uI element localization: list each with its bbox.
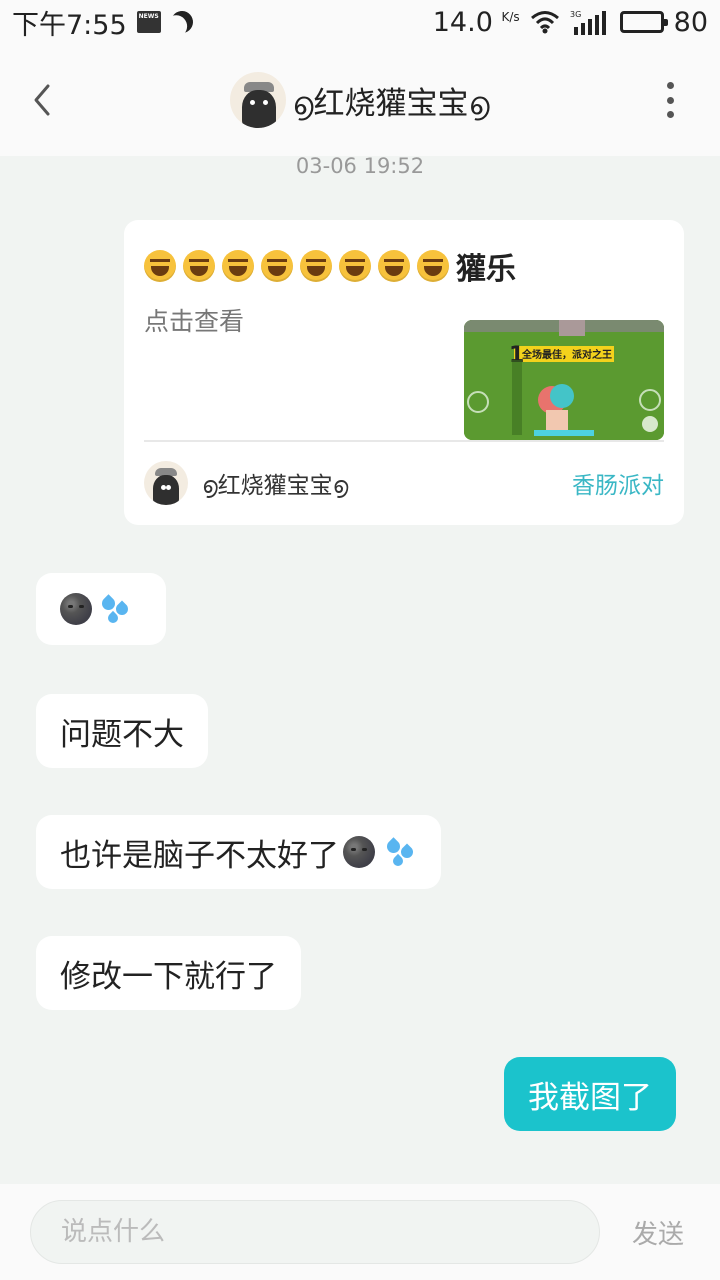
card-author-name: ൭红烧獾宝宝൭	[202, 473, 349, 499]
network-speed: 14.0 K/s	[433, 7, 520, 38]
message-text: 我截图了	[528, 1079, 652, 1116]
back-button[interactable]	[26, 82, 62, 118]
message-bubble-incoming[interactable]: 修改一下就行了	[36, 936, 301, 1010]
card-source-link[interactable]: 香肠派对	[572, 466, 664, 500]
laughing-face-icon	[417, 250, 449, 282]
card-title-text: 獾乐	[456, 252, 516, 287]
message-timestamp: 03-06 19:52	[295, 154, 425, 178]
do-not-disturb-moon-icon	[168, 8, 196, 36]
card-title: 獾乐	[144, 244, 664, 288]
card-footer: ൭红烧獾宝宝൭ 香肠派对	[144, 440, 664, 524]
message-input[interactable]	[30, 1200, 600, 1264]
laughing-face-icon	[339, 250, 371, 282]
message-input-bar: 发送	[0, 1184, 720, 1280]
contact-avatar[interactable]	[230, 72, 287, 128]
message-text: 修改一下就行了	[60, 958, 277, 995]
message-bubble-incoming[interactable]	[36, 573, 166, 645]
battery-icon	[619, 11, 668, 33]
chat-header: ൭红烧獾宝宝൭	[0, 44, 720, 156]
avatar-bear	[153, 475, 179, 505]
card-subtitle: 点击查看	[144, 307, 245, 336]
chat-title-wrap[interactable]: ൭红烧獾宝宝൭	[230, 72, 490, 128]
network-speed-unit: K/s	[501, 9, 520, 24]
more-dot-icon	[666, 111, 674, 118]
news-icon: NEWS	[136, 11, 161, 33]
card-body: 点击查看 全场最佳，派对之王 1	[144, 288, 664, 458]
laughing-face-icon	[378, 250, 410, 282]
laughing-face-icon	[300, 250, 332, 282]
sweat-droplets-icon	[98, 593, 132, 626]
message-bubble-incoming[interactable]: 也许是脑子不太好了	[36, 815, 441, 889]
avatar-bear	[242, 90, 277, 128]
battery-percent: 80	[673, 6, 708, 38]
more-dot-icon	[666, 96, 674, 104]
chat-title: ൭红烧獾宝宝൭	[292, 85, 490, 122]
message-bubble-outgoing[interactable]: 我截图了	[504, 1057, 676, 1131]
moon-face-icon	[60, 593, 92, 625]
signal-type: 3G	[570, 10, 581, 19]
laughing-face-icon	[222, 250, 254, 282]
laughing-face-icon	[144, 250, 176, 282]
send-button[interactable]: 发送	[632, 1214, 684, 1251]
more-options-button[interactable]	[660, 82, 680, 118]
message-bubble-incoming[interactable]: 问题不大	[36, 694, 208, 768]
laughing-face-icon	[261, 250, 293, 282]
more-dot-icon	[666, 82, 674, 89]
network-speed-value: 14.0	[432, 6, 493, 38]
status-bar: 下午7:55 NEWS 14.0 K/s 3G 80	[0, 0, 720, 44]
shared-content-card[interactable]: 獾乐 点击查看 全场最佳，派对之王 1 ൭红烧獾宝宝൭ 香肠派对	[124, 220, 684, 525]
message-text: 问题不大	[60, 716, 184, 753]
laughing-face-icon	[183, 250, 215, 282]
thumb-banner-text: 全场最佳，派对之王	[521, 348, 612, 361]
card-author-avatar	[144, 461, 188, 505]
chevron-left-icon	[34, 84, 50, 116]
status-time: 下午7:55	[12, 9, 127, 41]
sweat-droplets-icon	[383, 836, 417, 869]
wifi-icon	[530, 10, 560, 34]
card-thumbnail[interactable]: 全场最佳，派对之王 1	[464, 320, 664, 440]
cellular-signal-icon: 3G	[570, 9, 610, 35]
status-right: 14.0 K/s 3G 80	[433, 7, 708, 38]
status-left: 下午7:55 NEWS	[12, 3, 193, 42]
message-text: 也许是脑子不太好了	[60, 837, 339, 874]
moon-face-icon	[343, 836, 375, 868]
